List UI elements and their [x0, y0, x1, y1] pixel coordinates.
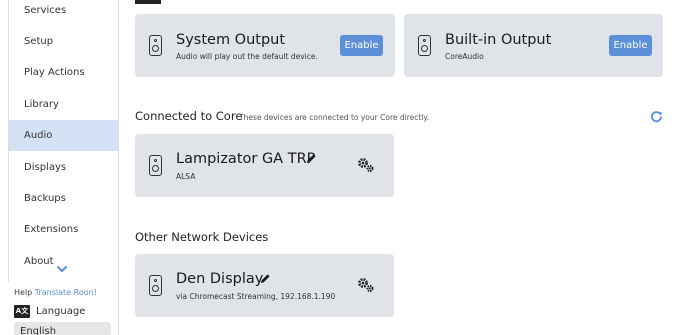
sidebar-item-play-actions[interactable]: Play Actions	[9, 57, 118, 88]
device-subtitle: Audio will play out the default device.	[176, 52, 318, 61]
enable-button[interactable]: Enable	[340, 35, 383, 56]
translate-roon-link[interactable]: Translate Roon!	[35, 288, 97, 297]
system-output-card: System Output Audio will play out the de…	[135, 14, 395, 77]
gear-settings-icon[interactable]	[357, 277, 375, 293]
section-title-network: Other Network Devices	[135, 230, 269, 244]
device-title: System Output	[176, 32, 286, 48]
help-prefix: Help	[14, 288, 35, 297]
sidebar-item-extensions[interactable]: Extensions	[9, 214, 118, 245]
sidebar-item-audio[interactable]: Audio	[9, 120, 118, 151]
language-select[interactable]: English ⌄	[14, 322, 111, 335]
device-title: Lampizator GA TRP	[176, 151, 316, 167]
language-label: Language	[36, 305, 86, 317]
pencil-edit-icon[interactable]	[306, 153, 317, 164]
speaker-icon	[149, 275, 162, 296]
device-title: Den Display	[176, 271, 264, 287]
device-subtitle: CoreAudio	[445, 52, 484, 61]
pencil-edit-icon[interactable]	[260, 273, 271, 284]
sidebar-item-library[interactable]: Library	[9, 89, 118, 120]
sidebar-item-displays[interactable]: Displays	[9, 152, 118, 183]
speaker-icon	[418, 35, 431, 56]
sidebar-item-setup[interactable]: Setup	[9, 26, 118, 57]
scroll-more-chevron-icon[interactable]	[55, 263, 69, 275]
device-subtitle: via Chromecast Streaming, 192.168.1.190	[176, 292, 336, 301]
enable-button[interactable]: Enable	[609, 35, 652, 56]
partial-icon	[135, 0, 161, 4]
section-description: These devices are connected to your Core…	[239, 113, 430, 122]
sidebar-item-backups[interactable]: Backups	[9, 183, 118, 214]
sidebar-item-services[interactable]: Services	[9, 0, 118, 26]
language-icon: A文	[14, 304, 30, 318]
device-title: Built-in Output	[445, 32, 552, 48]
builtin-output-card: Built-in Output CoreAudio Enable	[404, 14, 663, 77]
chevron-down-icon: ⌄	[97, 326, 105, 335]
audio-settings-panel: System Output Audio will play out the de…	[119, 0, 690, 335]
section-title-connected: Connected to Core	[135, 109, 243, 123]
device-card-lampizator[interactable]: Lampizator GA TRP ALSA	[135, 134, 394, 197]
gear-settings-icon[interactable]	[357, 157, 375, 173]
speaker-icon	[149, 155, 162, 176]
speaker-icon	[149, 35, 162, 56]
sidebar: Services Setup Play Actions Library Audi…	[0, 0, 119, 335]
refresh-icon[interactable]	[650, 110, 663, 123]
device-subtitle: ALSA	[176, 172, 196, 181]
language-select-value: English	[20, 326, 57, 335]
language-row: A文 Language	[14, 304, 85, 318]
help-translate-text: Help Translate Roon!	[14, 288, 97, 297]
device-card-den-display[interactable]: Den Display via Chromecast Streaming, 19…	[135, 254, 394, 317]
